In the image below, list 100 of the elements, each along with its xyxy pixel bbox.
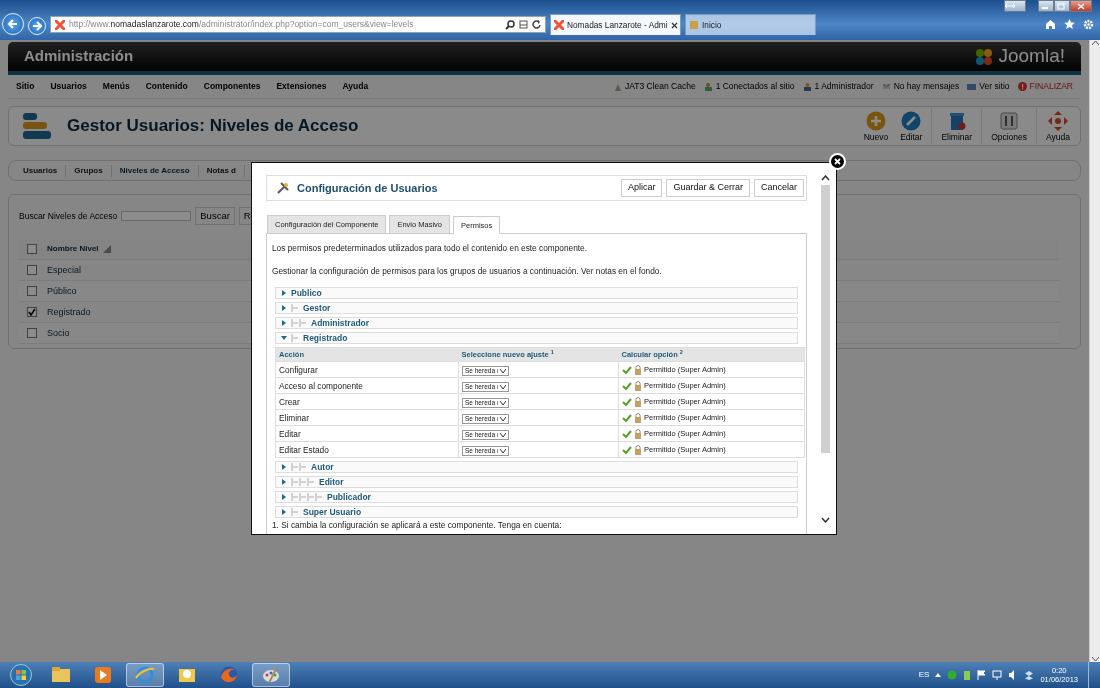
level-link[interactable]: Socio: [47, 326, 70, 340]
caret-right-icon: [281, 320, 287, 327]
caret-right-icon: [281, 479, 287, 486]
group-row[interactable]: Gestor: [275, 302, 798, 315]
compat-view-icon[interactable]: [519, 20, 528, 29]
play-icon: [93, 665, 113, 685]
star-icon[interactable]: [1064, 19, 1075, 29]
forward-button[interactable]: [28, 17, 46, 35]
scroll-down-icon[interactable]: [821, 517, 830, 523]
toolbar-button[interactable]: Editar: [894, 111, 929, 144]
lock-icon: [634, 364, 642, 375]
address-bar[interactable]: http://www.nomadaslanzarote.com/administrator/index.php?option=com_users&view=levels: [50, 16, 546, 33]
menu-item[interactable]: Sitio: [16, 80, 35, 93]
users-icon: [703, 82, 713, 91]
scroll-up-icon[interactable]: [821, 175, 830, 181]
menu-item[interactable]: Contenido: [145, 80, 188, 93]
subtab[interactable]: Usuarios: [15, 164, 67, 177]
group-row[interactable]: Autor: [275, 461, 798, 474]
subtab[interactable]: Niveles de Acceso: [111, 164, 199, 177]
action-cell: Crear: [275, 393, 459, 410]
level-link[interactable]: Registrado: [47, 305, 91, 319]
level-link[interactable]: Especial: [47, 263, 82, 277]
group-label: Editor: [319, 476, 344, 489]
modal-button[interactable]: Guardar & Cerrar: [666, 179, 750, 197]
alert-icon: [1017, 82, 1027, 91]
group-row[interactable]: Publico: [275, 287, 798, 300]
scroll-down-icon[interactable]: [1091, 657, 1099, 662]
battery-icon[interactable]: [963, 670, 972, 680]
search-field[interactable]: [121, 211, 192, 222]
row-checkbox[interactable]: [27, 307, 37, 318]
close-icon[interactable]: [670, 21, 678, 29]
browser-tab[interactable]: Inicio: [685, 14, 816, 35]
resize-button[interactable]: [1004, 0, 1026, 12]
status-link[interactable]: No hay mensajes: [893, 80, 960, 93]
fox-icon: [219, 665, 239, 685]
lock-icon: [634, 428, 642, 439]
home-icon[interactable]: [1045, 19, 1056, 29]
flag-icon[interactable]: [977, 670, 987, 680]
status-link[interactable]: 1 Conectados al sitio: [715, 80, 795, 93]
menu-item[interactable]: Componentes: [203, 80, 261, 93]
toolbar-button[interactable]: Opciones: [985, 111, 1034, 144]
subtab[interactable]: Grupos: [66, 164, 112, 177]
modal-button[interactable]: Cancelar: [753, 179, 804, 197]
settings-icon[interactable]: [1083, 19, 1094, 30]
caret-right-icon: [281, 464, 287, 471]
menu-item[interactable]: Extensiones: [276, 80, 327, 93]
status-link[interactable]: JAT3 Clean Cache: [624, 80, 696, 93]
subtab[interactable]: Notas d: [198, 164, 245, 177]
tab-title: Inicio: [702, 19, 722, 30]
caret-down-icon: [500, 432, 506, 437]
lock-icon: [634, 380, 642, 391]
toolbar-button[interactable]: Nuevo: [857, 111, 895, 144]
modal-button[interactable]: Aplicar: [620, 179, 663, 197]
refresh-icon[interactable]: [532, 20, 541, 29]
group-row[interactable]: Super Usuario: [275, 506, 798, 519]
select-all-checkbox[interactable]: [27, 244, 37, 255]
palette-icon: [261, 665, 281, 685]
caret-down-icon: [500, 448, 506, 453]
intro-text: Gestionar la configuración de permisos para los grupos de usuarios a continuación. Ver notas en el fondo.: [272, 264, 663, 278]
toolbar-button[interactable]: Ayuda: [1040, 111, 1076, 144]
menu-item[interactable]: Usuarios: [50, 80, 87, 93]
minimize-button[interactable]: [1038, 0, 1054, 12]
search-label: Buscar Niveles de Acceso: [19, 209, 118, 223]
page-icon: [689, 20, 699, 30]
row-checkbox[interactable]: [27, 265, 37, 276]
scroll-up-icon[interactable]: [1091, 40, 1099, 45]
group-label: Administrador: [311, 316, 370, 330]
caret-down-icon: [281, 335, 287, 342]
caret-down-icon: [500, 368, 506, 373]
action-cell: Configurar: [275, 361, 459, 378]
toolbar-button[interactable]: Eliminar: [935, 111, 979, 144]
url-text: http://www.nomadaslanzarote.com/administrator/index.php?option=com_users&view=levels: [69, 18, 414, 31]
tree-guide-icon: [291, 462, 307, 473]
column-header[interactable]: Nombre Nivel: [47, 243, 99, 256]
caret-right-icon: [281, 509, 287, 516]
status-link[interactable]: 1 Administrador: [814, 80, 874, 93]
group-row[interactable]: Administrador: [275, 317, 798, 330]
status-link[interactable]: FINALIZAR: [1029, 80, 1073, 93]
group-row[interactable]: Editor: [275, 476, 798, 489]
level-link[interactable]: Público: [47, 284, 77, 298]
group-label: Publicador: [327, 491, 371, 504]
status-link[interactable]: Ver sitio: [979, 80, 1010, 93]
row-checkbox[interactable]: [27, 328, 37, 339]
close-icon: [834, 158, 841, 165]
maximize-button[interactable]: [1054, 0, 1070, 12]
group-row[interactable]: Publicador: [275, 491, 798, 504]
menu-item[interactable]: Ayuda: [342, 80, 369, 93]
back-button[interactable]: [2, 13, 24, 35]
box-icon[interactable]: [1024, 670, 1035, 680]
menu-item[interactable]: Menús: [102, 80, 130, 93]
search-icon[interactable]: [505, 19, 515, 30]
show-hidden-icon[interactable]: [935, 673, 942, 677]
browser-tab[interactable]: Nomadas Lanzarote - Admi: [550, 14, 681, 35]
mail-icon: [881, 82, 891, 91]
row-checkbox[interactable]: [27, 286, 37, 297]
network-icon[interactable]: [992, 670, 1003, 680]
group-row[interactable]: Registrado: [275, 332, 798, 345]
search-button[interactable]: Buscar: [195, 207, 235, 226]
sort-icon[interactable]: [102, 245, 111, 254]
language-indicator[interactable]: ES: [918, 669, 930, 681]
